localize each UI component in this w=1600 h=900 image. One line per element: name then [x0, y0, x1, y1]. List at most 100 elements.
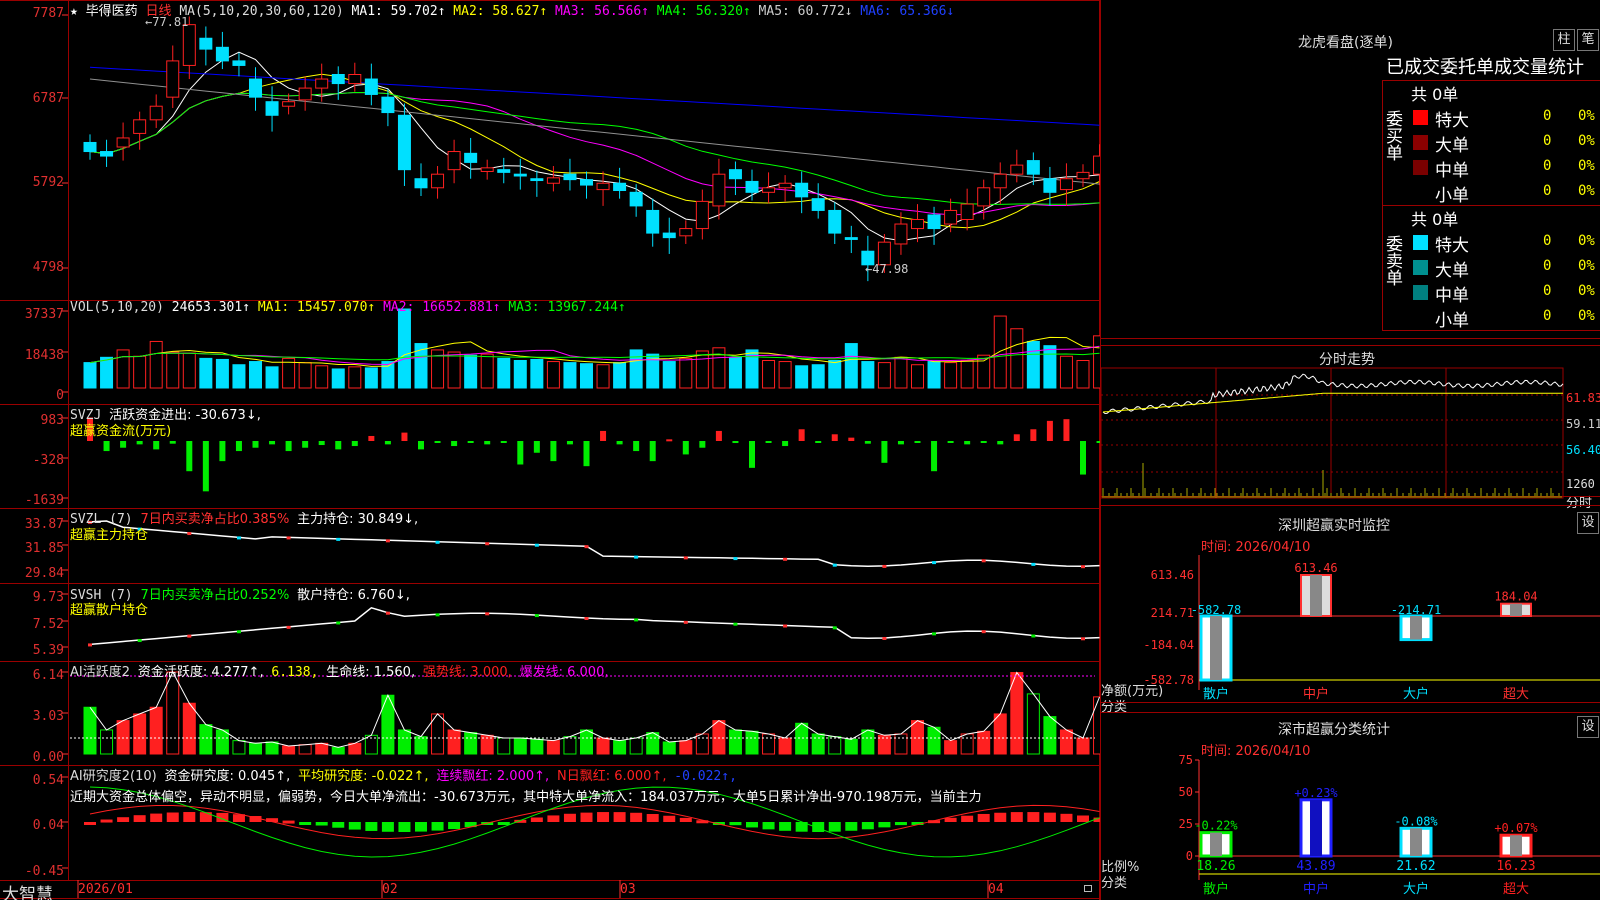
research-bar	[828, 822, 841, 832]
retail-holding-dot	[882, 636, 887, 640]
intraday-price-line	[1102, 373, 1564, 415]
capital-flow-bar	[749, 441, 755, 468]
candle-body	[629, 191, 643, 207]
retail-holding-dot	[286, 625, 291, 629]
capital-flow-bar	[600, 430, 607, 441]
volume-bar	[877, 362, 891, 389]
main-holding-dot	[733, 557, 738, 561]
volume-bar	[762, 359, 776, 389]
capital-flow-bar	[566, 441, 573, 445]
sell-color-swatch	[1413, 310, 1428, 325]
candle-body	[662, 232, 676, 239]
capital-flow-bar	[897, 441, 904, 445]
vol-y-label: 0	[56, 388, 64, 403]
main-holding-dot	[236, 536, 241, 540]
activity-bar	[861, 729, 875, 755]
capital-flow-bar	[186, 441, 193, 472]
ma30-line	[89, 91, 1100, 205]
research-bar	[398, 822, 411, 832]
main-holding-dot	[783, 557, 788, 561]
activity-bar	[596, 737, 610, 755]
ai-v2: 6.138,	[271, 665, 319, 680]
candle-body	[282, 101, 296, 107]
main-holding-line	[89, 520, 1100, 567]
volume-bar	[563, 362, 577, 389]
research-bar	[845, 822, 858, 831]
star-icon[interactable]: ★	[70, 4, 78, 19]
volume-bar	[116, 349, 130, 389]
retail-holding-dot	[634, 618, 639, 622]
candle-body	[1076, 171, 1090, 180]
monitor-y-label: 613.46	[1151, 568, 1194, 582]
activity-bar	[844, 738, 858, 755]
main-holding-dot	[435, 540, 440, 544]
kline-chart-area[interactable]: ★ 毕得医药 日线 MA(5,10,20,30,60,120) MA1: 59.…	[0, 0, 1100, 900]
ai-y-label: 3.03	[32, 709, 64, 724]
xaxis-label: 03	[620, 882, 636, 897]
buy-row-value: 0	[1543, 108, 1552, 124]
research-bar	[994, 812, 1007, 822]
research-bar	[150, 813, 163, 822]
classify-delta: -0.22%	[1194, 819, 1238, 833]
research-bar	[1010, 812, 1023, 822]
xaxis-label: 02	[382, 882, 398, 897]
volume-bar	[397, 308, 411, 389]
capital-flow-bar	[1080, 441, 1086, 475]
research-bar	[1060, 813, 1073, 822]
activity-bar	[960, 733, 974, 755]
activity-bar	[497, 737, 511, 755]
volume-bar	[1026, 340, 1040, 389]
research-bar	[348, 822, 361, 830]
svzl-y-label: 31.85	[24, 541, 64, 556]
retail-holding-dot	[683, 620, 688, 624]
retail-holding-dot	[1081, 637, 1085, 641]
volume-bar	[265, 366, 279, 389]
svzj-y-label: 983	[40, 413, 64, 428]
sell-row-pct: 0%	[1578, 233, 1595, 249]
buy-row-value: 0	[1543, 183, 1552, 199]
activity-bar	[679, 740, 693, 755]
vol-ma2: MA2: 16652.881↑	[383, 300, 501, 315]
xaxis-label: 04	[988, 882, 1004, 897]
ai-activity: 资金活跃度: 4.277↑,	[137, 665, 264, 680]
candle-body	[431, 173, 445, 189]
capital-flow-bar	[583, 441, 590, 467]
main-y-label: 6787	[32, 91, 64, 106]
activity-bar	[795, 722, 809, 755]
classify-value: 43.89	[1296, 859, 1335, 874]
candle-body	[215, 46, 229, 62]
candle-body	[298, 87, 312, 101]
buy-color-swatch	[1413, 185, 1428, 200]
volume-bar	[795, 365, 809, 389]
retail-holding-dot	[485, 612, 490, 616]
volume-bar	[348, 366, 362, 389]
volume-bar	[944, 362, 958, 389]
research-bar	[729, 822, 742, 826]
volume-bar	[149, 340, 163, 389]
lock-icon[interactable]	[1084, 885, 1092, 892]
svzj-y-label: -1639	[24, 493, 64, 508]
activity-bar	[762, 733, 776, 755]
retail-holding-line	[89, 606, 1100, 646]
svzl-y-label: 29.84	[24, 566, 64, 581]
volume-bar	[861, 361, 875, 389]
brand-logo[interactable]: 大智慧	[2, 880, 53, 900]
research-bar	[762, 822, 775, 830]
classify-value: 18.26	[1196, 859, 1235, 874]
capital-flow-bar	[269, 441, 276, 445]
candle-body	[712, 173, 726, 207]
capital-flow-bar	[517, 441, 524, 465]
ma120-line	[89, 66, 1100, 126]
capital-flow-bar	[484, 441, 491, 445]
research-legend: AI研究度2(10) 资金研究度: 0.045↑, 平均研究度: -0.022↑…	[70, 765, 737, 784]
monitor-bar-shade	[1410, 616, 1422, 640]
ai-y-label: 6.14	[32, 668, 64, 683]
activity-bar	[100, 729, 114, 755]
ai-strongline: 强势线: 3.000,	[422, 665, 512, 680]
monitor-category: 散户	[1203, 686, 1229, 702]
classify-bar-shade	[1510, 835, 1522, 856]
candle-body	[348, 74, 362, 85]
research-bar	[861, 822, 874, 830]
research-bar	[663, 815, 676, 822]
candle-body	[149, 105, 163, 121]
